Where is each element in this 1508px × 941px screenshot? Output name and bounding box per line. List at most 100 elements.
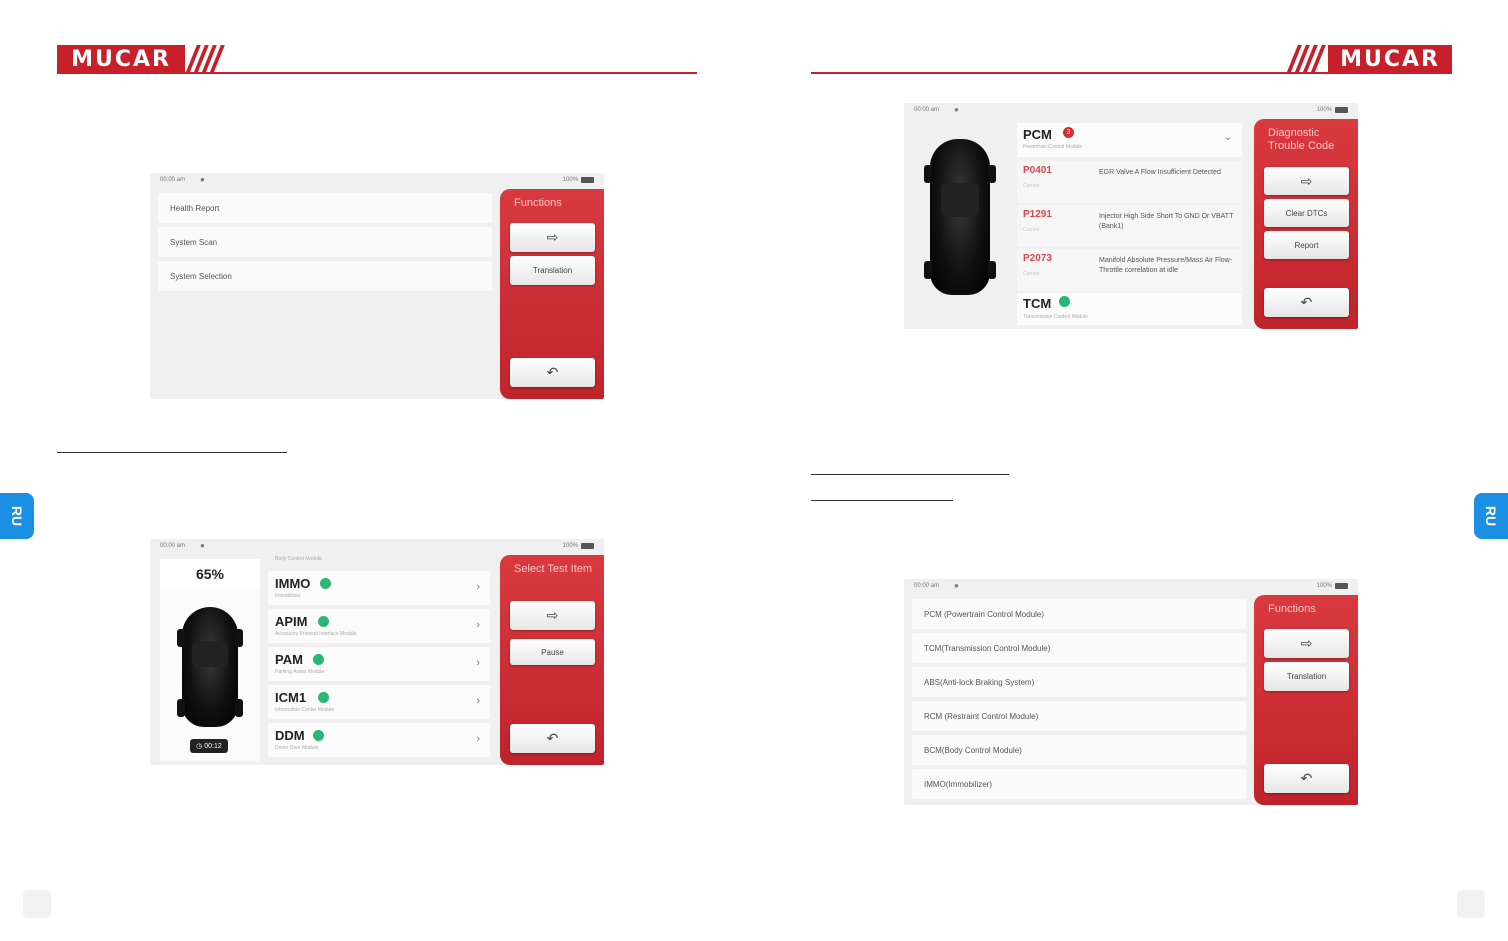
select-test-panel: Select Test Item ⇨ Pause ↶ — [500, 555, 604, 765]
back-button[interactable]: ↶ — [510, 724, 595, 753]
list-item[interactable]: TCM(Transmission Control Module) — [912, 633, 1246, 663]
screen-functions: 00:00 am ● 100% Health Report System Sca… — [150, 173, 604, 399]
ok-status-icon — [313, 654, 324, 665]
screen-system-scan: 00:00 am ● 100% 65% ◷ 00:12 Body Control … — [150, 539, 604, 765]
ok-status-icon — [318, 692, 329, 703]
panel-title: Functions — [1268, 603, 1316, 615]
exit-button[interactable]: ⇨ — [510, 601, 595, 630]
translation-button[interactable]: Translation — [510, 256, 595, 285]
list-item[interactable]: PCM (Powertrain Control Module) — [912, 599, 1246, 629]
battery-icon — [581, 543, 594, 549]
ok-status-icon — [320, 578, 331, 589]
back-button[interactable]: ↶ — [1264, 288, 1349, 317]
status-time: 00:00 am — [160, 543, 186, 549]
status-bar: 00:00 am ● 100% — [904, 579, 1358, 593]
back-icon: ↶ — [546, 364, 559, 380]
chevron-right-icon: › — [476, 619, 480, 631]
list-item[interactable]: RCM (Restraint Control Module) — [912, 701, 1246, 731]
battery-icon — [1335, 583, 1348, 589]
battery-status: 100% — [563, 543, 594, 549]
back-button[interactable]: ↶ — [510, 358, 595, 387]
clock-icon: ◷ — [196, 743, 203, 750]
pause-button[interactable]: Pause — [510, 639, 595, 665]
underline-link — [57, 452, 287, 453]
clear-dtcs-button[interactable]: Clear DTCs — [1264, 199, 1349, 227]
scan-progress: 65% — [160, 559, 260, 589]
module-row-pam[interactable]: PAM Parking Assist Module › — [268, 647, 490, 681]
dtc-row[interactable]: P0401 Current EGR Valve A Flow Insuffici… — [1017, 161, 1242, 203]
chevron-right-icon: › — [476, 657, 480, 669]
status-bar: 00:00 am ● 100% — [904, 103, 1358, 117]
ok-status-icon — [318, 616, 329, 627]
list-item[interactable]: ABS(Anti-lock Braking System) — [912, 667, 1246, 697]
module-row-immo[interactable]: IMMO Immobilizer › — [268, 571, 490, 605]
wifi-icon: ● — [954, 581, 959, 590]
list-item[interactable]: Health Report — [158, 193, 492, 223]
screen-dtc: 00:00 am ● 100% PCM 3 Powertrain Control… — [904, 103, 1358, 329]
back-button[interactable]: ↶ — [1264, 764, 1349, 793]
exit-button[interactable]: ⇨ — [510, 223, 595, 252]
battery-icon — [581, 177, 594, 183]
battery-status: 100% — [563, 177, 594, 183]
dtc-panel: Diagnostic Trouble Code ⇨ Clear DTCs Rep… — [1254, 119, 1358, 329]
exit-icon: ⇨ — [546, 229, 559, 245]
list-item[interactable]: BCM(Body Control Module) — [912, 735, 1246, 765]
dtc-row[interactable]: P1291 Current Injector High Side Short T… — [1017, 205, 1242, 247]
error-count-badge: 3 — [1063, 127, 1074, 138]
exit-icon: ⇨ — [546, 607, 559, 623]
status-time: 00:00 am — [914, 107, 940, 113]
language-tab-right: RU — [1474, 493, 1508, 539]
language-tab-left: RU — [0, 493, 34, 539]
chevron-down-icon: ⌄ — [1223, 132, 1232, 143]
list-item[interactable]: System Selection — [158, 261, 492, 291]
back-icon: ↶ — [546, 730, 559, 746]
list-item[interactable]: IMMO(Immobilizer) — [912, 769, 1246, 799]
vehicle-card: 65% ◷ 00:12 — [160, 559, 260, 761]
back-icon: ↶ — [1300, 770, 1313, 786]
module-row-icm1[interactable]: ICM1 Information Center Module › — [268, 685, 490, 719]
translation-button[interactable]: Translation — [1264, 662, 1349, 691]
screen-system-selection: 00:00 am ● 100% PCM (Powertrain Control … — [904, 579, 1358, 805]
dtc-row[interactable]: P2073 Current Manifold Absolute Pressure… — [1017, 249, 1242, 291]
module-row-apim[interactable]: APIM Accessory Protocol Interface Module… — [268, 609, 490, 643]
panel-title: Diagnostic Trouble Code — [1268, 127, 1335, 152]
module-row-ddm[interactable]: DDM Driver Door Module › — [268, 723, 490, 757]
module-header-pcm[interactable]: PCM 3 Powertrain Control Module ⌄ — [1017, 123, 1242, 157]
partial-module-row: Body Control Module — [275, 556, 322, 562]
page-number-left — [23, 890, 51, 918]
chevron-right-icon: › — [476, 695, 480, 707]
logo-stripes — [185, 45, 225, 74]
mucar-logo: MUCAR — [57, 45, 185, 74]
exit-icon: ⇨ — [1300, 172, 1313, 189]
report-button[interactable]: Report — [1264, 231, 1349, 259]
status-bar: 00:00 am ● 100% — [150, 539, 604, 553]
back-icon: ↶ — [1300, 294, 1313, 310]
logo-stripes — [1286, 45, 1326, 74]
exit-button[interactable]: ⇨ — [1264, 167, 1349, 195]
manual-page-spread: MUCAR MUCAR RU RU 00:00 am ● 100% Health… — [0, 0, 1508, 941]
brand-header-left: MUCAR — [57, 45, 225, 74]
underline-link — [811, 474, 1009, 475]
ok-status-icon — [313, 730, 324, 741]
brand-header-right: MUCAR — [1286, 45, 1452, 74]
list-item[interactable]: System Scan — [158, 227, 492, 257]
header-rule-left — [57, 72, 697, 74]
status-time: 00:00 am — [160, 177, 186, 183]
panel-title: Select Test Item — [514, 563, 593, 575]
module-header-tcm[interactable]: TCM Transmission Control Module — [1017, 293, 1242, 325]
functions-panel: Functions ⇨ Translation ↶ — [1254, 595, 1358, 805]
battery-status: 100% — [1317, 583, 1348, 589]
exit-icon: ⇨ — [1300, 635, 1313, 651]
battery-status: 100% — [1317, 107, 1348, 113]
vehicle-image — [182, 607, 238, 727]
wifi-icon: ● — [954, 105, 959, 114]
panel-title: Functions — [514, 197, 562, 209]
chevron-right-icon: › — [476, 581, 480, 593]
scan-timer: ◷ 00:12 — [190, 739, 228, 753]
ok-status-icon — [1059, 296, 1070, 307]
exit-button[interactable]: ⇨ — [1264, 629, 1349, 658]
status-bar: 00:00 am ● 100% — [150, 173, 604, 187]
chevron-right-icon: › — [476, 733, 480, 745]
wifi-icon: ● — [200, 175, 205, 184]
wifi-icon: ● — [200, 541, 205, 550]
